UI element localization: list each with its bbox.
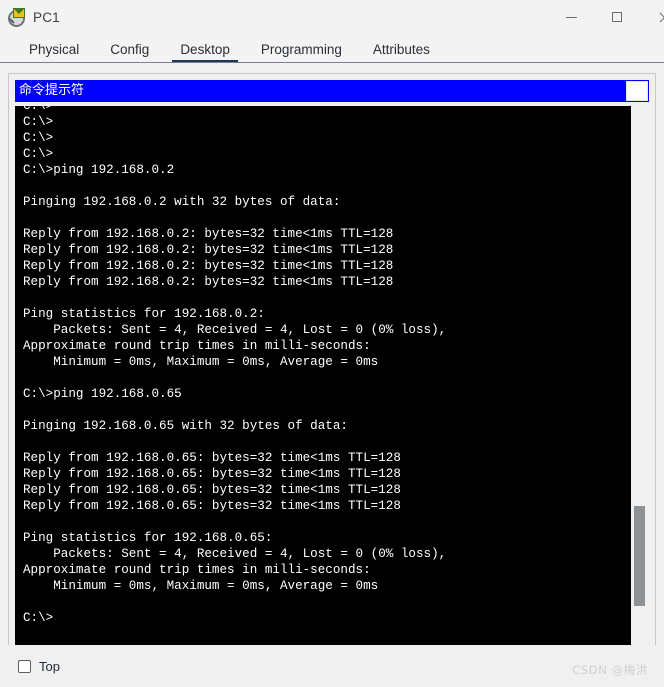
title-left-group: PC1 bbox=[0, 8, 60, 27]
panel-footer: Top CSDN @梅洪 bbox=[8, 645, 656, 687]
minimize-button[interactable] bbox=[548, 0, 594, 34]
minimize-icon bbox=[565, 16, 577, 18]
top-checkbox-label: Top bbox=[39, 658, 60, 674]
maximize-icon bbox=[612, 12, 622, 22]
console-close-button[interactable] bbox=[626, 81, 648, 101]
tab-attributes[interactable]: Attributes bbox=[362, 42, 441, 62]
window-title: PC1 bbox=[33, 9, 60, 25]
desktop-tab-panel: 命令提示符 C:\> C:\> C:\> C:\> C:\>ping 192.1… bbox=[0, 63, 664, 687]
csdn-watermark: CSDN @梅洪 bbox=[572, 663, 648, 677]
command-prompt-frame: 命令提示符 C:\> C:\> C:\> C:\> C:\>ping 192.1… bbox=[8, 73, 656, 645]
tab-config[interactable]: Config bbox=[99, 42, 160, 62]
window-titlebar: PC1 bbox=[0, 0, 664, 34]
console-output[interactable]: C:\> C:\> C:\> C:\> C:\>ping 192.168.0.2… bbox=[15, 106, 631, 645]
device-tabbar: Physical Config Desktop Programming Attr… bbox=[0, 34, 664, 63]
window-controls bbox=[548, 0, 664, 34]
tab-desktop[interactable]: Desktop bbox=[169, 42, 241, 62]
tab-programming[interactable]: Programming bbox=[250, 42, 353, 62]
tab-physical[interactable]: Physical bbox=[18, 42, 90, 62]
console-scrollbar-thumb[interactable] bbox=[634, 506, 645, 606]
close-button[interactable] bbox=[640, 0, 664, 34]
pc1-device-window: PC1 Physical Config Desktop Programming … bbox=[0, 0, 664, 687]
packet-tracer-pc-icon bbox=[8, 8, 26, 27]
top-checkbox[interactable] bbox=[18, 659, 31, 673]
console-scrollbar[interactable] bbox=[631, 106, 649, 645]
console-titlebar: 命令提示符 bbox=[15, 80, 649, 102]
close-icon bbox=[658, 12, 664, 23]
console-body: C:\> C:\> C:\> C:\> C:\>ping 192.168.0.2… bbox=[15, 106, 649, 645]
console-title-label: 命令提示符 bbox=[19, 83, 85, 98]
maximize-button[interactable] bbox=[594, 0, 640, 34]
top-checkbox-row[interactable]: Top bbox=[18, 659, 60, 674]
